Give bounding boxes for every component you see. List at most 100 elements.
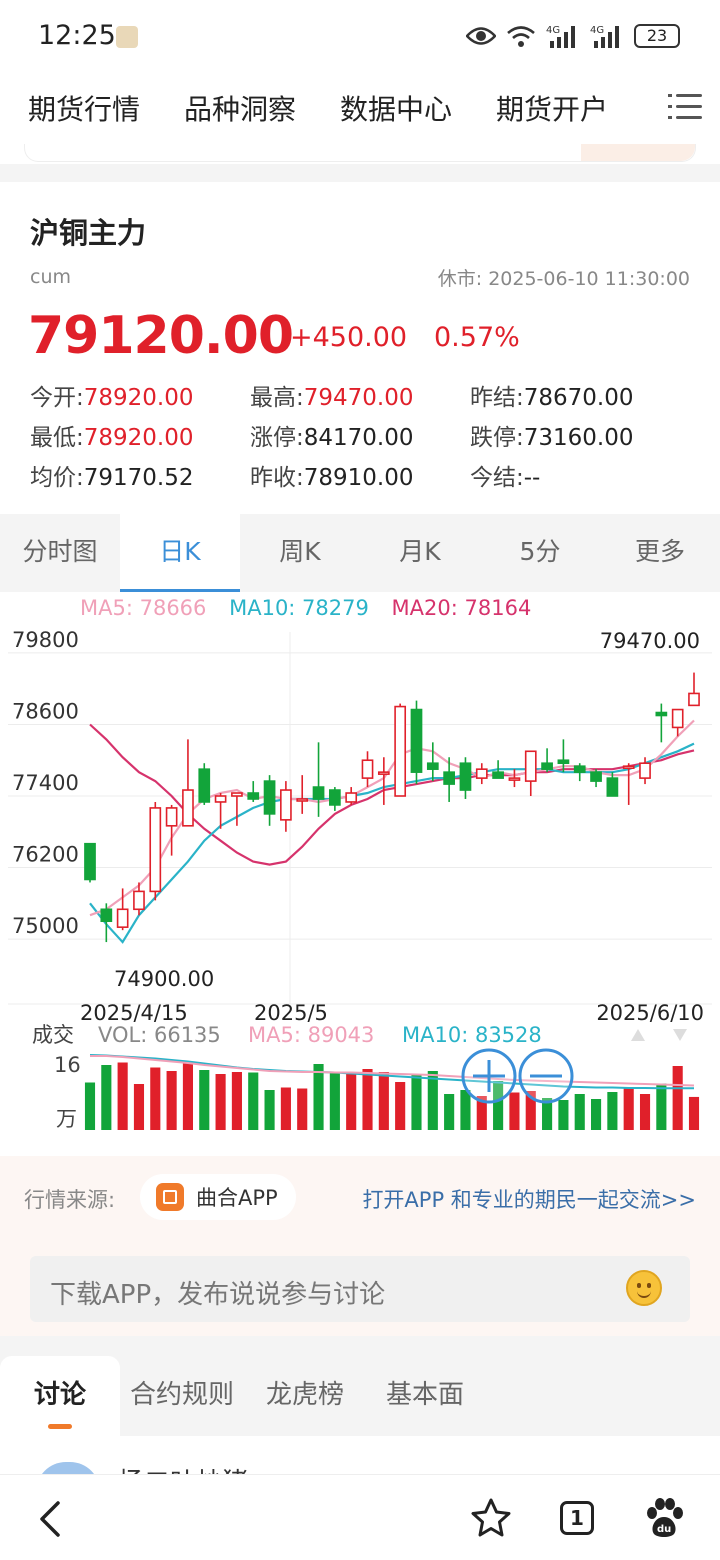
contract-code: cum — [30, 266, 71, 288]
candle-body — [214, 795, 227, 803]
tab-dragon-tiger[interactable]: 龙虎榜 — [266, 1374, 344, 1411]
menu-icon[interactable] — [668, 92, 702, 122]
tab-discussion[interactable]: 讨论 — [34, 1374, 86, 1411]
volume-bar — [590, 1099, 602, 1130]
comment-area: 下载APP，发布说说参与讨论 — [0, 1240, 720, 1336]
kline-tab[interactable]: 日K — [120, 514, 240, 592]
battery-icon: 23 — [634, 24, 680, 48]
source-app-pill[interactable]: 曲合APP — [140, 1174, 296, 1220]
scroll-down-icon — [673, 1029, 687, 1041]
candle-body — [116, 908, 129, 928]
kline-tab[interactable]: 5分 — [480, 514, 600, 592]
volume-bar — [297, 1088, 308, 1130]
browser-toolbar: 1 du — [0, 1474, 720, 1560]
ma5-line — [89, 719, 695, 917]
candle-body — [443, 771, 455, 785]
search-bar[interactable] — [24, 144, 696, 162]
star-icon[interactable] — [470, 1497, 512, 1539]
stat-value: 79470.00 — [303, 385, 414, 411]
open-app-link[interactable]: 打开APP 和专业的期民一起交流>> — [362, 1184, 696, 1214]
stat-value: 79170.52 — [83, 465, 194, 491]
candle-body — [508, 777, 521, 781]
svg-text:4G: 4G — [546, 25, 560, 36]
volume-bar — [362, 1069, 373, 1130]
candle-body — [84, 842, 96, 881]
kline-chart[interactable]: MA5: 78666 MA10: 78279 MA20: 78164 79800… — [0, 592, 720, 1152]
stat-item: 今开:78920.00 — [30, 378, 194, 412]
price-change: +450.00 — [290, 322, 408, 353]
paw-icon[interactable]: du — [644, 1497, 684, 1539]
kline-tab[interactable]: 分时图 — [0, 514, 120, 592]
zoom-in-button[interactable] — [461, 1048, 517, 1104]
stat-value: 78920.00 — [83, 385, 194, 411]
volume-bar — [558, 1100, 569, 1130]
stat-value: 84170.00 — [303, 425, 414, 451]
nav-variety-insight[interactable]: 品种洞察 — [156, 88, 312, 128]
tab-fundamentals[interactable]: 基本面 — [386, 1374, 464, 1411]
volume-bar — [427, 1071, 438, 1130]
volume-bar — [117, 1062, 128, 1130]
last-price: 79120.00 — [28, 306, 294, 366]
volume-bar — [509, 1092, 520, 1130]
candle-body — [149, 807, 162, 893]
candle-body — [590, 771, 602, 782]
stat-value: -- — [523, 465, 541, 491]
volume-bar — [215, 1074, 226, 1130]
active-tab-indicator — [48, 1424, 72, 1429]
tab-count-icon[interactable]: 1 — [560, 1501, 594, 1535]
candle-body — [394, 705, 407, 797]
kline-svg[interactable]: 79800 78600 77400 76200 75000 79470.00 74900.0… — [0, 592, 720, 1152]
volume-bar — [166, 1071, 177, 1130]
nav-data-center[interactable]: 数据中心 — [312, 88, 468, 128]
x-axis-label: 2025/6/10 — [596, 1001, 704, 1025]
candle-body — [133, 890, 145, 911]
svg-text:du: du — [657, 1524, 671, 1535]
candle-body — [231, 792, 243, 797]
volume-bar — [133, 1084, 145, 1130]
volume-bar — [395, 1082, 406, 1130]
zoom-out-button[interactable] — [518, 1048, 574, 1104]
y-tick-label: 75000 — [12, 914, 79, 938]
candle-body — [541, 762, 553, 770]
volume-bar — [607, 1092, 618, 1130]
y-tick-label: 78600 — [12, 699, 79, 723]
back-icon[interactable] — [36, 1499, 66, 1539]
candle-body — [622, 765, 635, 769]
nav-futures-quotes[interactable]: 期货行情 — [0, 88, 156, 128]
search-button[interactable] — [581, 144, 695, 161]
y-tick-label: 79800 — [12, 628, 79, 652]
volume-bar — [231, 1072, 242, 1130]
price-change-pct: 0.57% — [434, 322, 520, 353]
y-tick-label: 76200 — [12, 843, 79, 867]
volume-unit-bottom: 万 — [56, 1107, 77, 1131]
scroll-up-icon — [631, 1029, 645, 1041]
kline-tab[interactable]: 月K — [360, 514, 480, 592]
candle-body — [247, 792, 260, 800]
stat-label: 今开: — [30, 385, 84, 411]
min-price-label: 74900.00 — [114, 967, 214, 991]
stat-label: 跌停: — [470, 425, 524, 451]
stat-item: 昨收:78910.00 — [250, 458, 414, 492]
tab-contract-rules[interactable]: 合约规则 — [130, 1374, 234, 1411]
comment-placeholder: 下载APP，发布说说参与讨论 — [50, 1280, 386, 1310]
comment-input[interactable]: 下载APP，发布说说参与讨论 — [30, 1256, 690, 1322]
nav-open-account[interactable]: 期货开户 — [468, 88, 624, 128]
volume-bar — [623, 1088, 634, 1130]
volume-bar — [378, 1072, 389, 1130]
candle-body — [524, 750, 537, 782]
volume-bar — [656, 1083, 667, 1130]
candle-body — [182, 789, 194, 827]
volume-value: VOL: 66135 — [98, 1023, 221, 1047]
emoji-icon[interactable] — [626, 1270, 662, 1306]
status-icons: 4G 4G 23 — [466, 20, 680, 52]
kline-tab[interactable]: 周K — [240, 514, 360, 592]
candle-body — [475, 768, 488, 779]
top-nav: 期货行情 品种洞察 数据中心 期货开户 — [0, 72, 720, 144]
stat-item: 最低:78920.00 — [30, 418, 194, 452]
volume-bar — [460, 1090, 471, 1130]
stat-item: 涨停:84170.00 — [250, 418, 414, 452]
stat-value: 78920.00 — [83, 425, 194, 451]
candle-body — [280, 789, 292, 821]
volume-bar — [688, 1096, 700, 1130]
kline-tab[interactable]: 更多 — [600, 514, 720, 592]
